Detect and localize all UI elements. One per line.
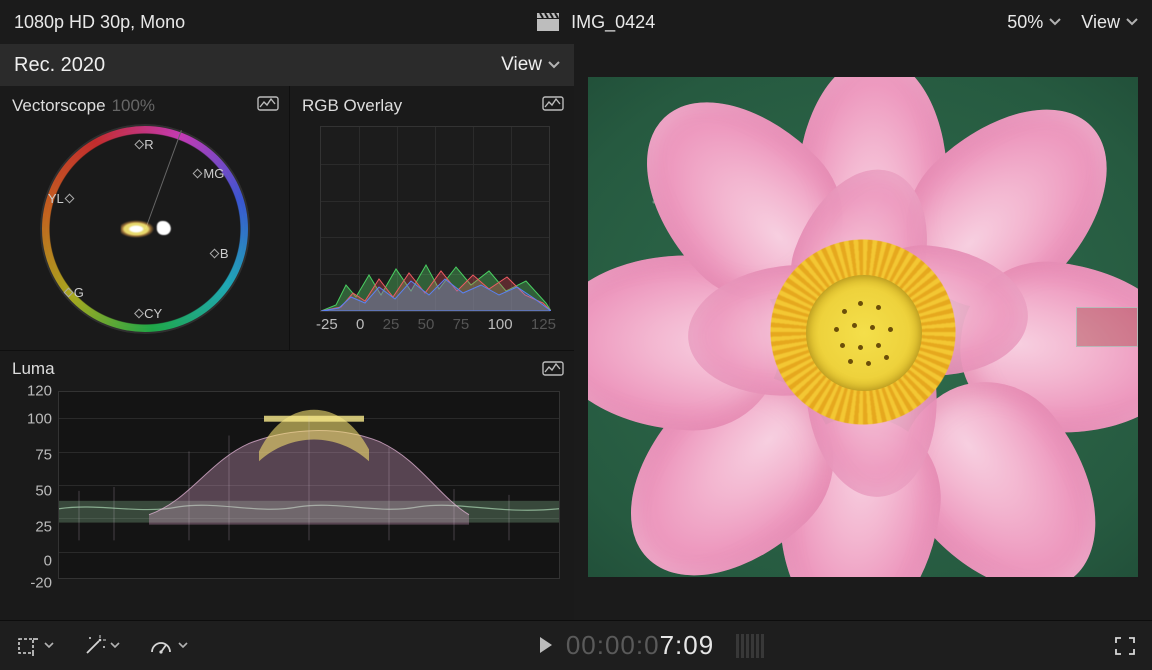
viewer-image [588,77,1138,577]
vectorscope-target-cy: CY [135,306,162,321]
vectorscope-display: R MG B CY G YL [40,124,250,334]
chevron-down-icon [110,642,120,649]
chevron-down-icon [44,642,54,649]
vectorscope-target-g: G [65,285,84,300]
app-root: 1080p HD 30p, Mono IMG_0424 50% View Rec… [0,0,1152,670]
vectorscope-target-b: B [211,246,229,261]
luma-settings-button[interactable] [542,359,564,377]
vectorscope-target-yl: YL [48,191,73,206]
rgb-overlay-panel: RGB Overlay -25 [290,86,574,350]
viewer-frame[interactable] [588,77,1138,577]
rgb-overlay-title: RGB Overlay [302,96,402,116]
chevron-down-icon [1126,18,1138,26]
clip-name-label: IMG_0424 [571,12,655,33]
zoom-level-value: 50% [1007,12,1043,33]
chevron-down-icon [178,642,188,649]
viewer-view-dropdown[interactable]: View [1081,12,1138,33]
colorspace-label: Rec. 2020 [14,54,501,77]
clapper-icon [537,13,559,31]
retime-speed-tool[interactable] [148,636,188,656]
rgb-overlay-display [320,126,550,312]
scopes-row: Vectorscope 100% R MG B CY [0,86,574,350]
zoom-level-dropdown[interactable]: 50% [1007,12,1061,33]
viewer-panel [574,44,1152,620]
transform-crop-tool[interactable] [16,636,54,656]
luma-axis: 120 100 75 50 25 0 -20 [12,385,56,585]
vectorscope-settings-button[interactable] [257,94,279,112]
view-label: View [1081,12,1120,33]
play-icon[interactable] [538,630,554,661]
rgb-overlay-settings-button[interactable] [542,94,564,112]
enhance-wand-tool[interactable] [82,635,120,657]
luma-title: Luma [12,359,55,379]
bottom-toolbar: 00:00:07:09 [0,620,1152,670]
top-bar: 1080p HD 30p, Mono IMG_0424 50% View [0,0,1152,44]
timecode-bright: 7:09 [660,630,715,660]
chevron-down-icon [1049,18,1061,26]
timecode-dim: 00:00:0 [566,630,660,660]
luma-panel: Luma 120 100 75 50 25 0 -20 [0,350,574,620]
audio-meter-icon [736,634,764,658]
main-split: Rec. 2020 View Vectorscope 100% [0,44,1152,620]
scopes-view-label: View [501,54,542,76]
video-scopes-panel: Rec. 2020 View Vectorscope 100% [0,44,574,620]
luma-waveform-display [58,391,560,579]
vectorscope-target-r: R [135,137,153,152]
fullscreen-button[interactable] [1114,636,1136,656]
selection-overlay[interactable] [1076,307,1138,347]
vectorscope-target-mg: MG [194,166,224,181]
scopes-view-dropdown[interactable]: View [501,54,560,76]
clip-format-label: 1080p HD 30p, Mono [14,12,185,33]
vectorscope-panel: Vectorscope 100% R MG B CY [0,86,290,350]
vectorscope-scale: 100% [112,96,155,116]
vectorscope-title: Vectorscope [12,96,106,116]
chevron-down-icon [548,61,560,69]
timecode-display[interactable]: 00:00:07:09 [538,630,764,661]
rgb-overlay-axis: -25 0 25 50 75 100 125 [316,316,556,333]
scopes-header: Rec. 2020 View [0,44,574,86]
